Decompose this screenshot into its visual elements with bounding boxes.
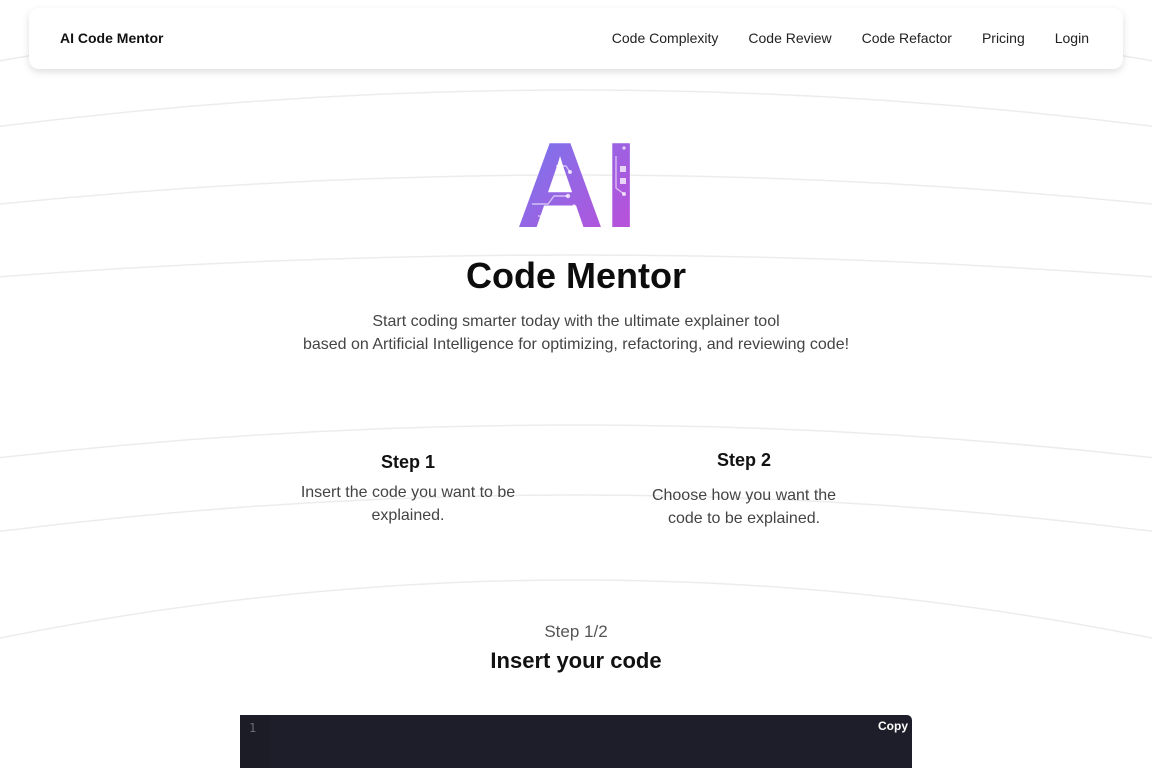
editor-gutter: 1 <box>240 715 270 768</box>
hero-subtitle-line1: Start coding smarter today with the ulti… <box>372 313 780 330</box>
step-1-text-line1: Insert the code you want to be <box>300 484 516 501</box>
nav-code-complexity[interactable]: Code Complexity <box>612 30 719 46</box>
step-2-card: Step 2 Choose how you want the code to b… <box>634 450 854 530</box>
nav-pricing[interactable]: Pricing <box>982 30 1025 46</box>
step-2-text-line1: Choose how you want the <box>651 487 837 504</box>
code-input[interactable] <box>272 715 872 768</box>
nav-links: Code Complexity Code Review Code Refacto… <box>612 30 1089 46</box>
line-number: 1 <box>249 721 257 735</box>
copy-button[interactable]: Copy <box>878 719 908 733</box>
hero-subtitle-line2: based on Artificial Intelligence for opt… <box>302 336 850 353</box>
page-title: Code Mentor <box>466 255 686 296</box>
step-2-text-line2: code to be explained. <box>667 510 821 527</box>
step-2-title: Step 2 <box>716 450 772 470</box>
svg-text:AI: AI <box>516 136 638 230</box>
nav-code-refactor[interactable]: Code Refactor <box>862 30 952 46</box>
top-navbar: AI Code Mentor Code Complexity Code Revi… <box>29 8 1123 69</box>
nav-code-review[interactable]: Code Review <box>748 30 831 46</box>
ai-logo: AI <box>516 136 638 230</box>
page: AI Code Mentor Code Complexity Code Revi… <box>0 0 1152 768</box>
code-editor: 1 Copy <box>240 715 912 768</box>
step-1-description: Insert the code you want to be explained… <box>298 481 518 527</box>
step-2-description: Choose how you want the code to be expla… <box>634 484 854 530</box>
nav-login[interactable]: Login <box>1055 30 1089 46</box>
hero-subtitle: Start coding smarter today with the ulti… <box>0 310 1152 356</box>
brand-link[interactable]: AI Code Mentor <box>60 30 163 46</box>
step-1-text-line2: explained. <box>371 507 445 524</box>
step-1-title: Step 1 <box>380 452 436 472</box>
step-1-card: Step 1 Insert the code you want to be ex… <box>298 452 518 527</box>
section-title: Insert your code <box>490 648 662 673</box>
step-progress-label: Step 1/2 <box>544 622 608 641</box>
